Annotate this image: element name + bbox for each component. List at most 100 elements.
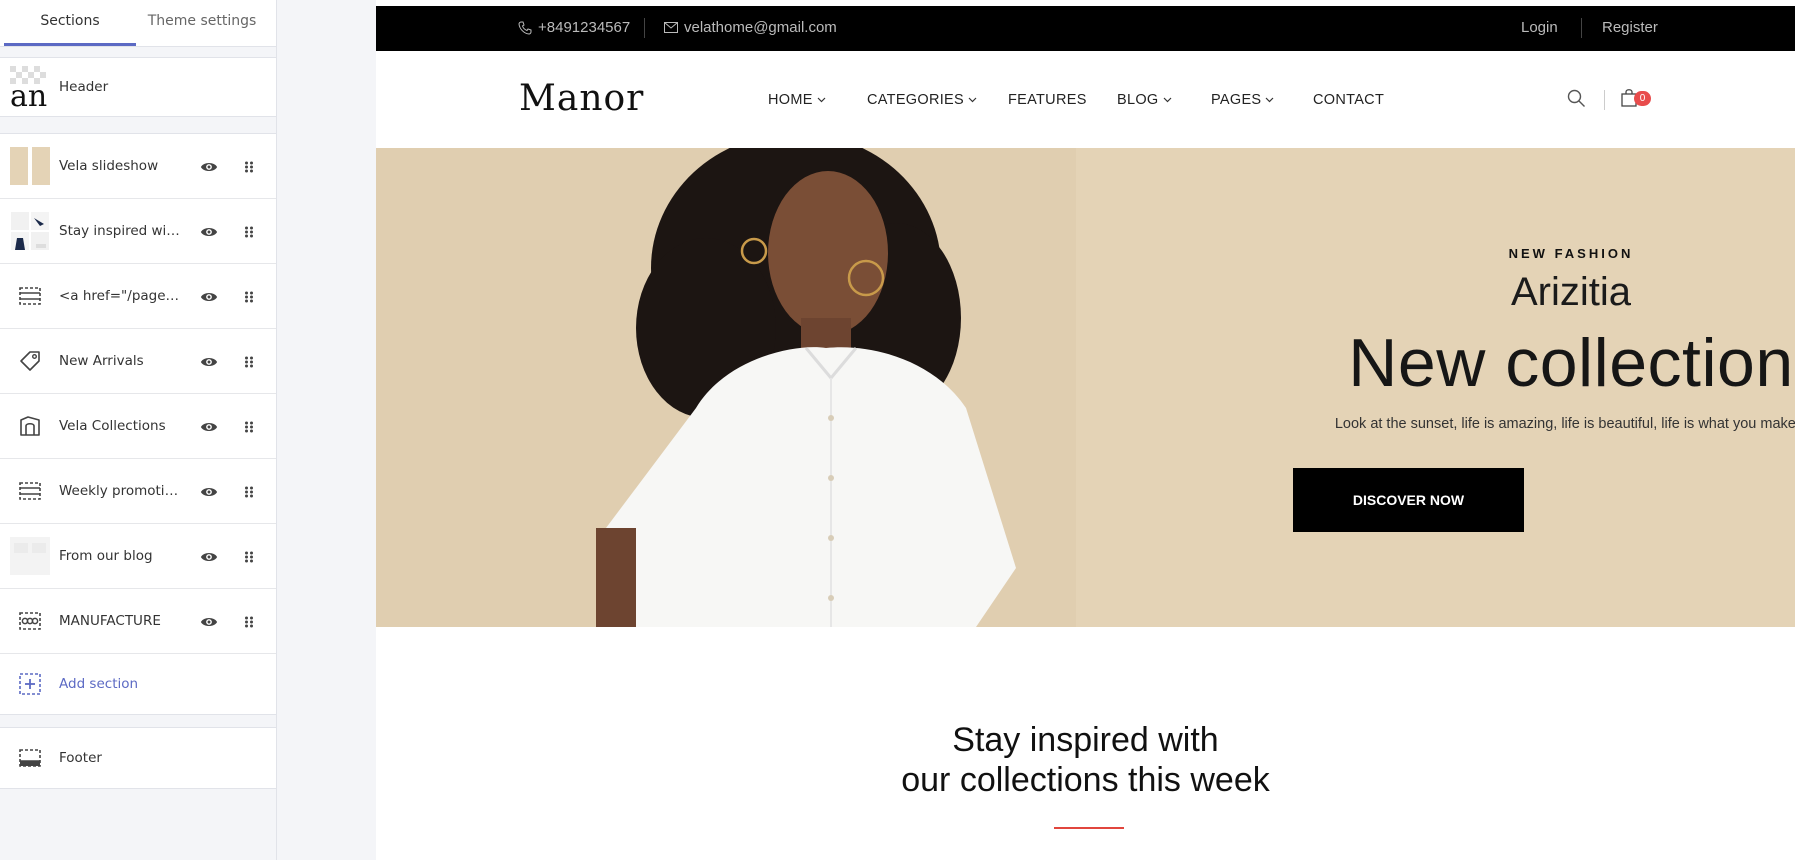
cart-count-badge: 0 xyxy=(1634,91,1651,106)
banner-icon xyxy=(10,275,50,317)
section-row-slideshow[interactable]: Vela slideshow xyxy=(0,134,276,199)
section-row-weekly-promotions[interactable]: Weekly promotions xyxy=(0,459,276,524)
theme-editor-sidebar: Sections Theme settings an Header Vela s… xyxy=(0,0,277,860)
search-icon[interactable] xyxy=(1567,89,1586,108)
hero-subtitle: Arizitia xyxy=(1510,270,1632,314)
chevron-down-icon xyxy=(1163,97,1171,103)
register-link[interactable]: Register xyxy=(1602,19,1658,36)
sidebar-tabs: Sections Theme settings xyxy=(0,0,276,47)
section-row-banner[interactable]: <a href="/pages/l... xyxy=(0,264,276,329)
slideshow-thumb xyxy=(10,145,50,187)
eye-icon[interactable] xyxy=(200,483,218,501)
eye-icon[interactable] xyxy=(200,548,218,566)
nav-contact[interactable]: CONTACT xyxy=(1313,92,1384,108)
collection-heading-line2: our collections this week xyxy=(901,761,1270,799)
collection-heading-line1: Stay inspired with xyxy=(952,721,1219,759)
logo-list-icon xyxy=(10,600,50,642)
nav-home[interactable]: HOME xyxy=(768,92,826,108)
section-label: Weekly promotions xyxy=(59,483,184,499)
drag-handle-icon[interactable] xyxy=(244,288,254,306)
store-logo[interactable]: Manor xyxy=(519,78,644,119)
section-label: From our blog xyxy=(59,548,153,564)
sections-group: Vela slideshow Stay inspired with ... <a… xyxy=(0,133,276,715)
heading-divider xyxy=(1054,827,1124,829)
chevron-down-icon xyxy=(817,97,826,103)
footer-icon xyxy=(10,737,50,779)
email-address: velathome@gmail.com xyxy=(684,19,837,36)
section-row-collection-list[interactable]: Stay inspired with ... xyxy=(0,199,276,264)
add-section-button[interactable]: Add section xyxy=(0,654,276,714)
eye-icon[interactable] xyxy=(200,223,218,241)
phone-link[interactable]: +8491234567 xyxy=(518,19,630,36)
login-link[interactable]: Login xyxy=(1521,19,1558,36)
section-label: Header xyxy=(59,79,109,95)
section-row-vela-collections[interactable]: Vela Collections xyxy=(0,394,276,459)
nav-label: BLOG xyxy=(1117,92,1159,108)
hero-eyebrow: NEW FASHION xyxy=(1508,246,1634,261)
cart-button[interactable]: 0 xyxy=(1621,88,1651,111)
phone-number: +8491234567 xyxy=(538,19,631,36)
banner-icon xyxy=(10,470,50,512)
discover-now-button[interactable]: DISCOVER NOW xyxy=(1293,468,1524,532)
nav-label: CONTACT xyxy=(1313,92,1385,108)
hero-slideshow: NEW FASHION Arizitia New collection Look… xyxy=(376,148,1795,627)
divider xyxy=(644,18,645,38)
section-row-header[interactable]: an Header xyxy=(0,58,276,116)
section-label: MANUFACTURE xyxy=(59,613,161,629)
section-row-footer[interactable]: Footer xyxy=(0,728,276,788)
email-link[interactable]: velathome@gmail.com xyxy=(664,19,837,36)
section-label: Vela slideshow xyxy=(59,158,159,174)
eye-icon[interactable] xyxy=(200,158,218,176)
footer-group: Footer xyxy=(0,727,276,789)
nav-label: FEATURES xyxy=(1008,92,1087,108)
drag-handle-icon[interactable] xyxy=(244,613,254,631)
eye-icon[interactable] xyxy=(200,353,218,371)
nav-label: CATEGORIES xyxy=(867,92,964,108)
main-header: Manor HOME CATEGORIES FEATURES BLOG PAGE… xyxy=(376,51,1795,148)
top-bar: +8491234567 velathome@gmail.com Login Re… xyxy=(376,6,1795,51)
nav-categories[interactable]: CATEGORIES xyxy=(867,92,977,108)
add-section-icon xyxy=(10,663,50,705)
section-label: Vela Collections xyxy=(59,418,166,434)
header-group: an Header xyxy=(0,57,276,117)
nav-blog[interactable]: BLOG xyxy=(1117,92,1172,108)
add-section-label: Add section xyxy=(59,676,139,692)
store-preview: +8491234567 velathome@gmail.com Login Re… xyxy=(376,0,1795,860)
eye-icon[interactable] xyxy=(200,288,218,306)
login-label: Login xyxy=(1521,19,1558,36)
section-row-manufacture[interactable]: MANUFACTURE xyxy=(0,589,276,654)
mail-icon xyxy=(664,22,678,33)
hero-title: New collection xyxy=(1348,325,1794,401)
drag-handle-icon[interactable] xyxy=(244,223,254,241)
drag-handle-icon[interactable] xyxy=(244,548,254,566)
tab-theme-settings[interactable]: Theme settings xyxy=(136,0,268,46)
divider xyxy=(1581,18,1582,38)
register-label: Register xyxy=(1602,19,1658,36)
blog-thumb xyxy=(10,535,50,577)
nav-features[interactable]: FEATURES xyxy=(1008,92,1087,108)
collection-icon xyxy=(10,405,50,447)
collection-thumb xyxy=(10,210,50,252)
section-row-blog[interactable]: From our blog xyxy=(0,524,276,589)
section-label: New Arrivals xyxy=(59,353,144,369)
drag-handle-icon[interactable] xyxy=(244,353,254,371)
section-row-new-arrivals[interactable]: New Arrivals xyxy=(0,329,276,394)
phone-icon xyxy=(518,21,532,35)
drag-handle-icon[interactable] xyxy=(244,158,254,176)
chevron-down-icon xyxy=(1265,97,1274,103)
nav-label: PAGES xyxy=(1211,92,1262,108)
chevron-down-icon xyxy=(968,97,977,103)
divider xyxy=(1604,90,1605,110)
section-label: Footer xyxy=(59,750,102,766)
nav-label: HOME xyxy=(768,92,813,108)
drag-handle-icon[interactable] xyxy=(244,418,254,436)
tag-icon xyxy=(10,340,50,382)
hero-description: Look at the sunset, life is amazing, lif… xyxy=(1334,416,1795,432)
nav-pages[interactable]: PAGES xyxy=(1211,92,1274,108)
header-thumb: an xyxy=(10,66,50,108)
tab-sections[interactable]: Sections xyxy=(4,0,136,46)
drag-handle-icon[interactable] xyxy=(244,483,254,501)
eye-icon[interactable] xyxy=(200,418,218,436)
section-label: Stay inspired with ... xyxy=(59,223,184,239)
eye-icon[interactable] xyxy=(200,613,218,631)
